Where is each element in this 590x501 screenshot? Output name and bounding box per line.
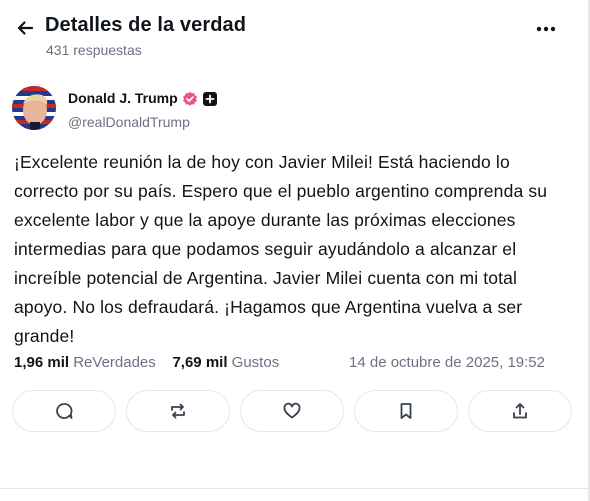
action-bar [12, 390, 574, 432]
reply-button[interactable] [12, 390, 116, 432]
retruths-label: ReVerdades [73, 354, 156, 371]
reply-count: 431 respuestas [46, 42, 142, 58]
post-text: ¡Excelente reunión la de hoy con Javier … [14, 152, 548, 346]
likes-count: 7,69 mil [172, 354, 228, 371]
retruths-stat[interactable]: 1,96 mil ReVerdades [14, 354, 156, 371]
avatar[interactable] [12, 86, 56, 130]
page-title: Detalles de la verdad [45, 14, 247, 36]
frame-edge-bottom [0, 488, 588, 489]
post-stats: 1,96 mil ReVerdades 7,69 mil Gustos [14, 354, 279, 371]
bookmark-button[interactable] [354, 390, 458, 432]
back-button[interactable] [12, 15, 38, 41]
plus-badge-icon [203, 92, 217, 106]
verified-badge-icon [183, 91, 197, 106]
avatar-image [12, 86, 56, 130]
comment-icon [56, 403, 73, 419]
arrow-left-icon [17, 21, 34, 35]
heart-icon [283, 402, 301, 419]
likes-stat[interactable]: 7,69 mil Gustos [172, 354, 279, 371]
repost-icon [171, 403, 185, 419]
bookmark-icon [400, 403, 412, 419]
author-name[interactable]: Donald J. Trump [68, 90, 178, 106]
like-button[interactable] [240, 390, 344, 432]
more-options-button[interactable] [533, 18, 559, 40]
retruth-button[interactable] [126, 390, 230, 432]
author-handle[interactable]: @realDonaldTrump [68, 114, 190, 130]
more-horizontal-icon [536, 26, 556, 32]
retruths-count: 1,96 mil [14, 354, 70, 371]
likes-label: Gustos [231, 354, 280, 371]
share-icon [513, 403, 527, 419]
share-button[interactable] [468, 390, 572, 432]
page-header: Detalles de la verdad 431 respuestas [0, 0, 588, 70]
post-timestamp: 14 de octubre de 2025, 19:52 [349, 354, 545, 371]
